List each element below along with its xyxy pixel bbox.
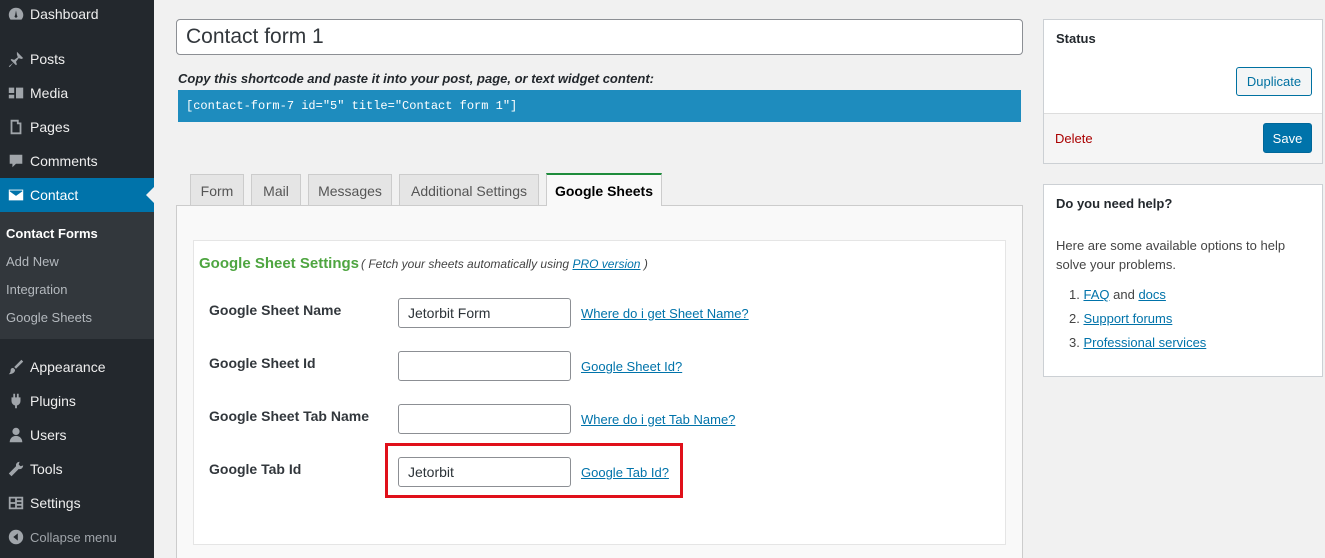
sheet-id-label: Google Sheet Id [209,355,316,371]
menu-label: Settings [30,495,81,511]
settings-note: ( Fetch your sheets automatically using … [361,257,648,271]
menu-label: Plugins [30,393,76,409]
pages-icon [0,117,30,137]
settings-icon [0,493,30,513]
help-item-and: and [1113,287,1135,302]
submenu-add-new[interactable]: Add New [6,254,59,269]
menu-label: Tools [30,461,63,477]
menu-tools[interactable]: Tools [0,452,154,486]
highlight-box [385,443,683,498]
menu-posts[interactable]: Posts [0,42,154,76]
docs-link[interactable]: docs [1138,287,1165,302]
sheet-name-label: Google Sheet Name [209,302,342,318]
tab-id-label: Google Tab Id [209,461,302,477]
duplicate-button[interactable]: Duplicate [1236,67,1312,96]
tab-google-sheets[interactable]: Google Sheets [546,173,662,206]
admin-sidebar: Dashboard Posts Media Pages Comments Con… [0,0,154,558]
help-item-number: 1. [1069,287,1080,302]
wrench-icon [0,459,30,479]
media-icon [0,83,30,103]
help-title: Do you need help? [1056,196,1173,211]
comments-icon [0,151,30,171]
sheet-id-help-link[interactable]: Google Sheet Id? [581,359,682,374]
menu-contact[interactable]: Contact [0,178,154,212]
menu-dashboard[interactable]: Dashboard [0,0,154,31]
shortcode-label: Copy this shortcode and paste it into yo… [178,71,654,86]
help-item-number: 3. [1069,335,1080,350]
delete-link[interactable]: Delete [1055,131,1093,146]
menu-label: Dashboard [30,6,99,22]
tab-additional-settings[interactable]: Additional Settings [399,174,539,206]
pin-icon [0,49,30,69]
dashboard-icon [0,4,30,24]
menu-label: Appearance [30,359,106,375]
pro-version-link[interactable]: PRO version [572,257,640,271]
users-icon [0,425,30,445]
menu-plugins[interactable]: Plugins [0,384,154,418]
menu-settings[interactable]: Settings [0,486,154,520]
help-item-2: 2. Support forums [1069,311,1172,326]
menu-label: Contact [30,187,79,203]
status-title: Status [1056,31,1096,46]
submenu-contact-forms[interactable]: Contact Forms [6,226,98,241]
menu-label: Media [30,85,69,101]
mail-icon [0,185,30,205]
tab-name-label: Google Sheet Tab Name [209,408,369,424]
plugin-icon [0,391,30,411]
sheet-name-input[interactable]: Jetorbit Form [398,298,571,328]
tab-messages[interactable]: Messages [308,174,392,206]
menu-media[interactable]: Media [0,76,154,110]
help-text: Here are some available options to help … [1056,238,1286,272]
collapse-icon [0,527,30,547]
sheet-name-help-link[interactable]: Where do i get Sheet Name? [581,306,749,321]
help-item-1: 1. FAQ and docs [1069,287,1166,302]
tab-mail[interactable]: Mail [251,174,301,206]
contact-submenu: Contact Forms Add New Integration Google… [0,212,154,339]
note-prefix: ( Fetch your sheets automatically using [361,257,570,271]
note-suffix: ) [643,257,648,271]
menu-pages[interactable]: Pages [0,110,154,144]
settings-title: Google Sheet Settings [199,255,360,272]
help-item-number: 2. [1069,311,1080,326]
menu-appearance[interactable]: Appearance [0,350,154,384]
help-item-3: 3. Professional services [1069,335,1206,350]
collapse-menu-button[interactable]: Collapse menu [0,520,154,554]
shortcode-field[interactable]: [contact-form-7 id="5" title="Contact fo… [178,90,1021,122]
tab-name-input[interactable] [398,404,571,434]
tab-form[interactable]: Form [190,174,244,206]
menu-label: Pages [30,119,70,135]
professional-services-link[interactable]: Professional services [1083,335,1206,350]
menu-label: Users [30,427,67,443]
paintbrush-icon [0,357,30,377]
google-sheet-settings-box [193,240,1006,545]
support-forums-link[interactable]: Support forums [1083,311,1172,326]
menu-label: Posts [30,51,66,67]
save-button[interactable]: Save [1263,123,1312,153]
tab-name-help-link[interactable]: Where do i get Tab Name? [581,412,735,427]
submenu-google-sheets[interactable]: Google Sheets [6,310,92,325]
submenu-integration[interactable]: Integration [6,282,67,297]
menu-comments[interactable]: Comments [0,144,154,178]
menu-users[interactable]: Users [0,418,154,452]
form-title-input[interactable]: Contact form 1 [176,19,1023,55]
faq-link[interactable]: FAQ [1083,287,1109,302]
collapse-label: Collapse menu [30,529,117,545]
menu-label: Comments [30,153,98,169]
sheet-id-input[interactable] [398,351,571,381]
